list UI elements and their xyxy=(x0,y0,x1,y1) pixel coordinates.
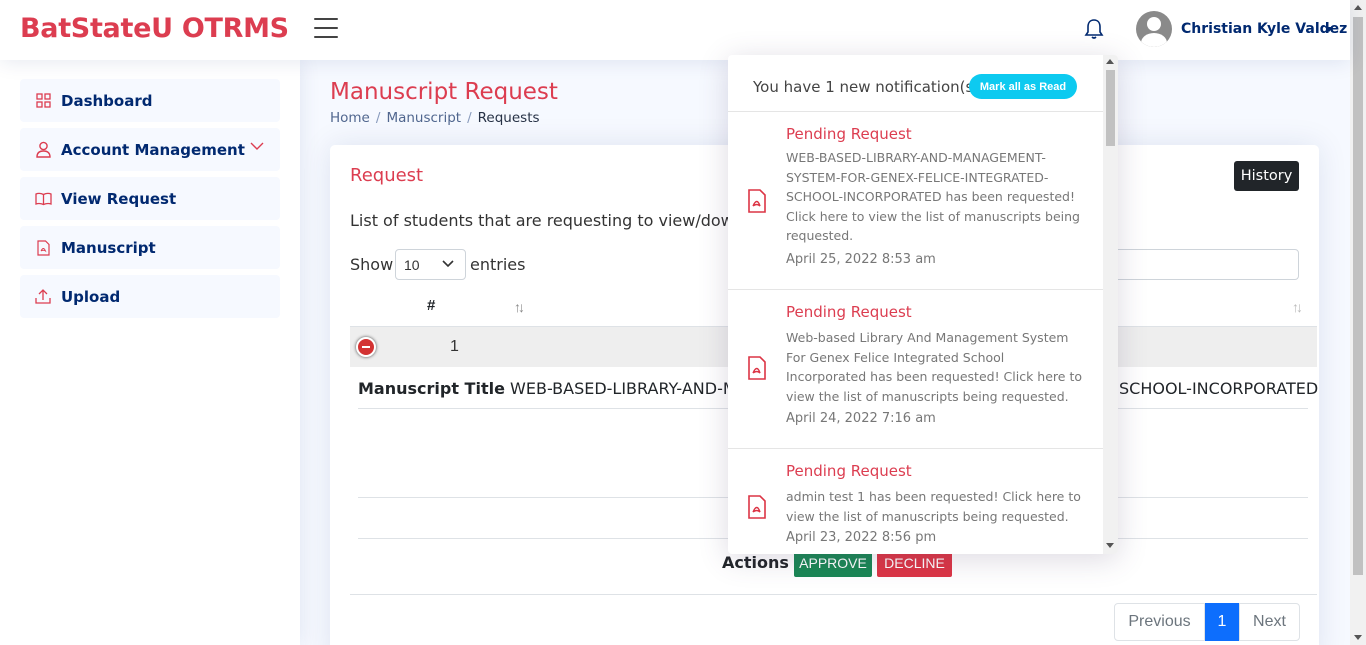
sidebar-item-label: View Request xyxy=(61,189,177,208)
pagination: Previous 1 Next xyxy=(1114,603,1300,641)
breadcrumb-current: Requests xyxy=(477,110,540,126)
scroll-down-icon[interactable] xyxy=(1106,543,1114,548)
pagination-page-1[interactable]: 1 xyxy=(1205,603,1239,641)
history-button[interactable]: History xyxy=(1234,161,1299,191)
avatar[interactable] xyxy=(1136,11,1172,47)
grid-icon xyxy=(34,92,52,110)
show-label: Show xyxy=(350,255,394,274)
top-header: BatStateU OTRMS Christian Kyle Valdez xyxy=(0,0,1350,60)
notification-title: Pending Request xyxy=(786,303,912,321)
scroll-down-icon[interactable] xyxy=(1354,635,1362,640)
chevron-down-icon xyxy=(442,260,454,268)
bell-icon[interactable] xyxy=(1084,18,1104,40)
page-title: Manuscript Request xyxy=(330,79,558,105)
notification-time: April 25, 2022 8:53 am xyxy=(786,252,936,267)
notification-item[interactable]: Pending Request WEB-BASED-LIBRARY-AND-MA… xyxy=(728,112,1103,290)
collapse-row-icon[interactable] xyxy=(356,337,376,357)
pagination-previous[interactable]: Previous xyxy=(1114,603,1205,641)
chevron-down-icon[interactable] xyxy=(250,142,264,151)
pagination-next[interactable]: Next xyxy=(1239,603,1300,641)
scroll-up-icon[interactable] xyxy=(1106,59,1114,64)
notification-title: Pending Request xyxy=(786,462,912,480)
notification-header: You have 1 new notification(s) Mark all … xyxy=(728,55,1103,112)
search-input[interactable] xyxy=(1110,249,1299,280)
notification-item[interactable]: Pending Request Web-based Library And Ma… xyxy=(728,290,1103,449)
notification-time: April 24, 2022 7:16 am xyxy=(786,411,936,426)
divider xyxy=(350,594,1317,595)
upload-icon xyxy=(34,288,52,306)
person-icon xyxy=(34,141,52,159)
breadcrumb: Home / Manuscript / Requests xyxy=(330,110,540,126)
notification-time: April 23, 2022 8:56 pm xyxy=(786,530,937,545)
user-dropdown-caret-icon[interactable] xyxy=(1325,27,1333,32)
detail-label: Manuscript Title xyxy=(358,379,505,398)
entries-value: 10 xyxy=(404,257,420,273)
user-name[interactable]: Christian Kyle Valdez xyxy=(1181,21,1347,37)
card-description: List of students that are requesting to … xyxy=(350,211,759,230)
detail-value: WEB-BASED-LIBRARY-AND-MAN xyxy=(510,379,760,398)
entries-label: entries xyxy=(470,255,526,274)
scrollbar-thumb[interactable] xyxy=(1353,17,1363,575)
manuscript-title-detail: Manuscript Title WEB-BASED-LIBRARY-AND-M… xyxy=(358,379,760,398)
file-pdf-icon xyxy=(34,239,52,257)
mark-all-read-button[interactable]: Mark all as Read xyxy=(969,74,1077,99)
detail-value-continued: SCHOOL-INCORPORATED xyxy=(1119,379,1319,398)
book-icon xyxy=(34,190,52,208)
sidebar-item-label: Upload xyxy=(61,287,121,306)
sidebar: Dashboard Account Management View Reques… xyxy=(0,60,300,645)
notification-count-text: You have 1 new notification(s) xyxy=(753,78,980,96)
sort-icon[interactable]: ↑↓ xyxy=(514,299,525,315)
notification-dropdown: You have 1 new notification(s) Mark all … xyxy=(728,55,1118,554)
brand-logo[interactable]: BatStateU OTRMS xyxy=(20,13,289,44)
actions-label: Actions xyxy=(722,553,789,572)
notification-message: WEB-BASED-LIBRARY-AND-MANAGEMENT-SYSTEM-… xyxy=(786,150,1080,243)
notification-title: Pending Request xyxy=(786,125,912,143)
breadcrumb-manuscript[interactable]: Manuscript xyxy=(386,110,461,126)
breadcrumb-home[interactable]: Home xyxy=(330,110,370,126)
sidebar-item-label: Account Management xyxy=(61,140,245,159)
notification-scrollbar[interactable] xyxy=(1103,55,1118,554)
scrollbar-thumb[interactable] xyxy=(1106,70,1115,146)
notification-item[interactable]: Pending Request admin test 1 has been re… xyxy=(728,449,1103,554)
menu-toggle-icon[interactable] xyxy=(314,18,338,38)
file-pdf-icon xyxy=(748,356,766,380)
column-header-number[interactable]: # xyxy=(427,297,435,314)
sidebar-item-upload[interactable]: Upload xyxy=(20,275,280,318)
sidebar-item-manuscript[interactable]: Manuscript xyxy=(20,226,280,269)
file-pdf-icon xyxy=(748,189,766,213)
notification-message: admin test 1 has been requested! Click h… xyxy=(786,489,1081,524)
sidebar-item-label: Manuscript xyxy=(61,238,156,257)
row-number: 1 xyxy=(450,338,459,355)
sidebar-item-account-management[interactable]: Account Management xyxy=(20,128,280,171)
sort-icon[interactable]: ↑↓ xyxy=(1292,299,1303,315)
entries-select[interactable]: 10 xyxy=(395,249,466,280)
file-pdf-icon xyxy=(748,495,766,519)
card-title: Request xyxy=(350,165,424,186)
sidebar-item-label: Dashboard xyxy=(61,91,153,110)
sidebar-item-view-request[interactable]: View Request xyxy=(20,177,280,220)
sidebar-item-dashboard[interactable]: Dashboard xyxy=(20,79,280,122)
page-scrollbar[interactable] xyxy=(1350,0,1366,645)
scroll-up-icon[interactable] xyxy=(1354,5,1362,10)
notification-message: Web-based Library And Management System … xyxy=(786,330,1083,404)
